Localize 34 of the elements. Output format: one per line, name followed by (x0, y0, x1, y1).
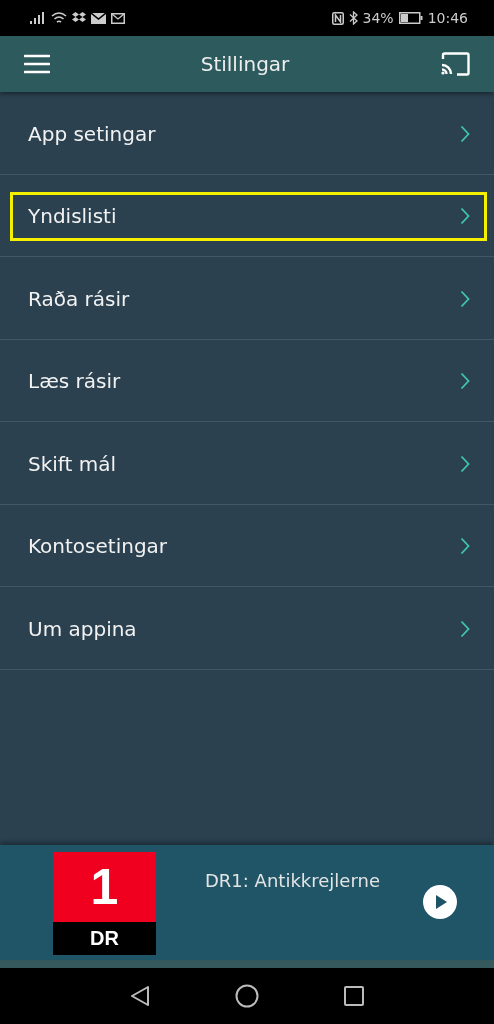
bluetooth-icon (348, 11, 358, 25)
player-bar[interactable]: 1 DR DR1: Antikkrejlerne (0, 845, 494, 960)
chevron-icon (460, 207, 470, 226)
play-button[interactable] (423, 885, 457, 919)
settings-item[interactable]: Yndislisti (0, 174, 494, 257)
settings-item[interactable]: Læs rásir (0, 339, 494, 422)
mail-icon (111, 12, 125, 24)
signal-icon (30, 12, 46, 24)
chevron-icon (460, 372, 470, 391)
chevron-icon (460, 537, 470, 556)
chevron-icon (460, 289, 470, 308)
settings-item[interactable]: App setingar (0, 92, 494, 175)
logo-number: 1 (53, 852, 156, 922)
logo-text: DR (53, 922, 156, 955)
chevron-icon (460, 454, 470, 473)
battery-percent: 34% (362, 10, 394, 26)
settings-item[interactable]: Skift mál (0, 422, 494, 505)
menu-button[interactable] (22, 52, 52, 76)
back-icon[interactable] (129, 985, 151, 1007)
settings-item[interactable]: Um appina (0, 587, 494, 670)
settings-item[interactable]: Kontosetingar (0, 504, 494, 587)
chevron-icon (460, 619, 470, 638)
nfc-icon (331, 11, 344, 25)
battery-icon (398, 12, 423, 24)
settings-item[interactable]: Raða rásir (0, 257, 494, 340)
dropbox-icon (72, 12, 86, 24)
chevron-icon (460, 124, 470, 143)
wifi-icon (51, 11, 67, 25)
recents-icon[interactable] (343, 985, 365, 1007)
home-icon[interactable] (235, 984, 259, 1008)
clock-time: 10:46 (427, 10, 468, 26)
screen-title: Stillingar (200, 52, 290, 76)
mail-icon (91, 12, 106, 24)
program-title: DR1: Antikkrejlerne (205, 870, 381, 891)
